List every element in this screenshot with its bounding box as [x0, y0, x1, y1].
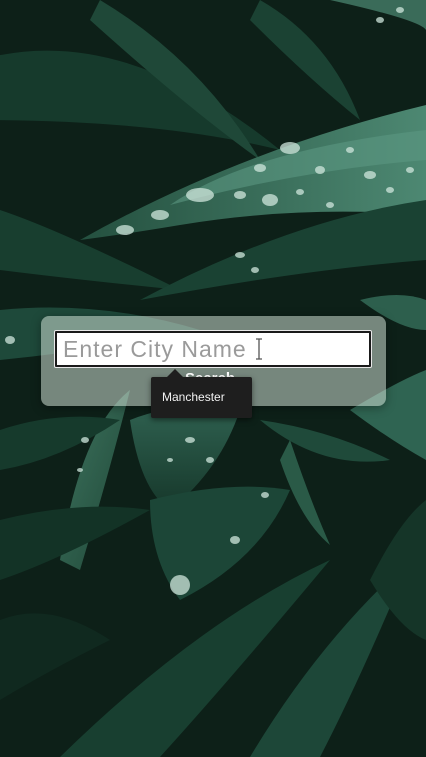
suggestion-label: Manchester [162, 390, 225, 404]
city-search-input[interactable] [57, 333, 369, 365]
city-search-field[interactable] [55, 331, 371, 367]
weather-app-screen: Search Manchester [0, 0, 426, 757]
text-cursor-icon [256, 338, 262, 360]
autocomplete-suggestion[interactable]: Manchester [151, 369, 252, 418]
